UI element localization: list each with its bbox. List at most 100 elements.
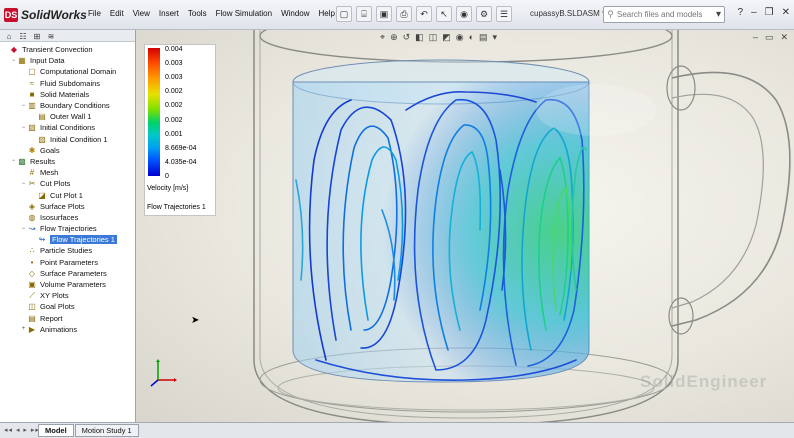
view-heads-up-toolbar: ⌖ ⊕ ↺ ◧ ◫ ◩ ◉ ◐ ▤ ▾	[380, 32, 497, 43]
tree-item-label: Surface Plots	[40, 201, 85, 211]
search-input[interactable]	[617, 10, 707, 19]
search-box[interactable]: ⚲ ▾	[603, 6, 725, 23]
tree-item-label: Report	[40, 313, 63, 323]
tree-item-flow-trajectories[interactable]: − ↝ Flow Trajectories	[0, 223, 135, 234]
tab-scroll-arrows-icon[interactable]: ◂◂ ◂ ▸ ▸▸	[4, 426, 40, 434]
app-logo[interactable]: DS SolidWorks	[4, 5, 87, 25]
tree-item-particle-studies[interactable]: ∴ Particle Studies	[0, 245, 135, 256]
legend-tick: 0.002	[165, 88, 183, 95]
tree-item-label: Flow Trajectories 1	[50, 235, 117, 245]
select-pointer-icon[interactable]: ↖	[436, 6, 452, 22]
tree-item-boundary-conditions[interactable]: − ▥ Boundary Conditions	[0, 100, 135, 111]
tree-item-surface-parameters[interactable]: ◇ Surface Parameters	[0, 268, 135, 279]
domain-icon: ▢	[28, 67, 36, 77]
file-properties-icon[interactable]: ☰	[496, 6, 512, 22]
flow-analysis-tab-icon[interactable]: ≋	[45, 31, 57, 41]
tree-item-label: Initial Condition 1	[50, 134, 108, 144]
menu-help[interactable]: Help	[319, 9, 335, 18]
new-document-icon[interactable]: ▢	[336, 6, 352, 22]
menu-view[interactable]: View	[133, 9, 150, 18]
display-style-icon[interactable]: ◩	[442, 32, 451, 43]
configuration-manager-tab-icon[interactable]: ⊞	[31, 31, 43, 41]
tree-item-label: Cut Plot 1	[50, 190, 83, 200]
tree-item-animations[interactable]: + ▶ Animations	[0, 324, 135, 335]
section-view-icon[interactable]: ◧	[415, 32, 424, 43]
viewport-close-icon[interactable]: ✕	[780, 32, 788, 43]
legend-tick: 0.003	[165, 60, 183, 67]
menu-edit[interactable]: Edit	[110, 9, 124, 18]
tree-item-point-parameters[interactable]: • Point Parameters	[0, 257, 135, 268]
tree-item-report[interactable]: ▤ Report	[0, 313, 135, 324]
menu-window[interactable]: Window	[281, 9, 309, 18]
menu-insert[interactable]: Insert	[159, 9, 179, 18]
tree-item-cut-plot-1[interactable]: ◪ Cut Plot 1	[0, 189, 135, 200]
menu-bar: File Edit View Insert Tools Flow Simulation Wi…	[88, 9, 335, 18]
tree-item-xy-plots[interactable]: ⟋ XY Plots	[0, 290, 135, 301]
viewport-restore-icon[interactable]: ▭	[765, 32, 774, 43]
tree-item-goals[interactable]: ✱ Goals	[0, 145, 135, 156]
expander-icon[interactable]: −	[20, 103, 27, 109]
tree-item-goal-plots[interactable]: ◫ Goal Plots	[0, 301, 135, 312]
previous-view-icon[interactable]: ↺	[403, 32, 411, 43]
rebuild-icon[interactable]: ◉	[456, 6, 472, 22]
liquid-hot-region	[293, 82, 589, 382]
graphics-viewport[interactable]: ⌖ ⊕ ↺ ◧ ◫ ◩ ◉ ◐ ▤ ▾ – ▭ ✕ 0.004 0.003 0.…	[136, 30, 794, 422]
expander-icon[interactable]: +	[20, 326, 27, 332]
tree-item-input-data[interactable]: − ▦ Input Data	[0, 55, 135, 66]
tree-item-cut-plots[interactable]: − ✂ Cut Plots	[0, 178, 135, 189]
open-folder-icon[interactable]: ⌸	[356, 6, 372, 22]
menu-tools[interactable]: Tools	[188, 9, 207, 18]
undo-icon[interactable]: ↶	[416, 6, 432, 22]
velocity-legend[interactable]: 0.004 0.003 0.003 0.002 0.002 0.002 0.00…	[144, 44, 216, 216]
tree-item-mesh[interactable]: # Mesh	[0, 167, 135, 178]
print-icon[interactable]: ⎙	[396, 6, 412, 22]
minimize-icon[interactable]: –	[751, 7, 757, 18]
view-settings-icon[interactable]: ▾	[493, 32, 498, 43]
tree-item-initial-conditions[interactable]: − ▧ Initial Conditions	[0, 122, 135, 133]
tree-item-computational-domain[interactable]: ▢ Computational Domain	[0, 66, 135, 77]
tree-item-volume-parameters[interactable]: ▣ Volume Parameters	[0, 279, 135, 290]
tree-item-surface-plots[interactable]: ◈ Surface Plots	[0, 201, 135, 212]
tree-item-outer-wall-1[interactable]: ▤ Outer Wall 1	[0, 111, 135, 122]
tree-item-initial-condition-1[interactable]: ▨ Initial Condition 1	[0, 134, 135, 145]
viewport-window-controls: – ▭ ✕	[753, 32, 788, 43]
edit-appearance-icon[interactable]: ◐	[469, 32, 474, 43]
bottom-tab-bar: ◂◂ ◂ ▸ ▸▸ Model Motion Study 1	[0, 422, 794, 438]
animations-icon: ▶	[28, 324, 36, 334]
tab-model[interactable]: Model	[38, 424, 74, 437]
tree-item-isosurfaces[interactable]: ◍ Isosurfaces	[0, 212, 135, 223]
apply-scene-icon[interactable]: ▤	[479, 32, 488, 43]
legend-tick: 0.001	[165, 131, 183, 138]
expander-icon[interactable]: −	[20, 125, 27, 131]
viewport-minimize-icon[interactable]: –	[753, 32, 758, 43]
tab-motion-study-1[interactable]: Motion Study 1	[74, 424, 139, 437]
close-icon[interactable]: ✕	[782, 7, 790, 18]
options-gear-icon[interactable]: ⚙	[476, 6, 492, 22]
condition-icon: ▨	[38, 134, 46, 144]
isosurfaces-icon: ◍	[28, 212, 36, 222]
hide-show-items-icon[interactable]: ◉	[456, 32, 464, 43]
zoom-area-icon[interactable]: ⊕	[390, 32, 398, 43]
tree-item-results[interactable]: − ▩ Results	[0, 156, 135, 167]
restore-icon[interactable]: ❐	[765, 7, 774, 18]
tree-item-transient-convection[interactable]: ◆ Transient Convection	[0, 44, 135, 55]
expander-icon[interactable]: −	[20, 181, 27, 187]
tree-item-solid-materials[interactable]: ■ Solid Materials	[0, 89, 135, 100]
expander-icon[interactable]: −	[20, 226, 27, 232]
feature-manager-tab-icon[interactable]: ⌂	[3, 31, 15, 41]
flow-project-icon: ◆	[10, 45, 18, 55]
tree-item-label: Particle Studies	[40, 246, 93, 256]
tree-item-fluid-subdomains[interactable]: ≈ Fluid Subdomains	[0, 78, 135, 89]
search-dropdown-icon[interactable]: ▾	[716, 9, 724, 20]
zoom-to-fit-icon[interactable]: ⌖	[380, 32, 385, 43]
help-icon[interactable]: ?	[738, 7, 744, 18]
analysis-tree: ◆ Transient Convection − ▦ Input Data ▢ Comput…	[0, 42, 135, 335]
property-manager-tab-icon[interactable]: ☷	[17, 31, 29, 41]
menu-file[interactable]: File	[88, 9, 101, 18]
tree-item-flow-trajectories-1[interactable]: ↬ Flow Trajectories 1	[0, 234, 135, 245]
expander-icon[interactable]: −	[10, 58, 17, 64]
save-icon[interactable]: ▣	[376, 6, 392, 22]
view-orientation-icon[interactable]: ◫	[429, 32, 438, 43]
menu-flow-simulation[interactable]: Flow Simulation	[216, 9, 272, 18]
expander-icon[interactable]: −	[10, 158, 17, 164]
